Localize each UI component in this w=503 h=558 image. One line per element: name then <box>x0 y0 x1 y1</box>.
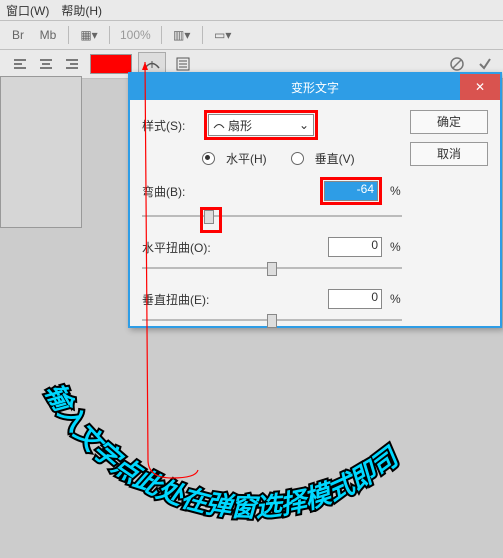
toolbar-top: Br Mb ▦▾ 100% ▥▾ ▭▾ <box>0 21 503 50</box>
highlight-bend: -64 <box>320 177 382 205</box>
percent-label: % <box>390 292 402 306</box>
percent-label: % <box>390 240 402 254</box>
vertical-label: 垂直(V) <box>315 150 355 167</box>
percent-label: % <box>390 184 402 198</box>
align-right-button[interactable] <box>60 53 84 75</box>
ok-button[interactable]: 确定 <box>410 110 488 134</box>
hdist-input[interactable]: 0 <box>328 237 382 257</box>
highlight-style: 扇形 ⌄ <box>204 110 318 140</box>
screen-icon[interactable]: ▭▾ <box>213 25 233 45</box>
menu-help[interactable]: 帮助(H) <box>57 0 106 21</box>
bend-label: 弯曲(B): <box>142 183 216 200</box>
canvas-panel <box>0 76 82 228</box>
separator <box>109 26 110 44</box>
warp-text-dialog: 变形文字 ✕ 样式(S): 扇形 ⌄ 水平(H) <box>128 72 502 328</box>
cancel-icon[interactable] <box>447 54 467 74</box>
style-label: 样式(S): <box>142 117 196 134</box>
close-icon[interactable]: ✕ <box>460 74 500 100</box>
bend-input[interactable]: -64 <box>324 181 378 201</box>
separator <box>202 26 203 44</box>
zoom-level[interactable]: 100% <box>120 28 151 42</box>
menubar: 窗口(W) 帮助(H) <box>0 0 503 21</box>
canvas-warped-text: 输入文字点此处在弹窗选择模式即司 输入文字点此处在弹窗选择模式即司 输入文字点此… <box>10 340 490 540</box>
separator <box>161 26 162 44</box>
svg-text:输入文字点此处在弹窗选择模式即司: 输入文字点此处在弹窗选择模式即司 <box>39 378 405 523</box>
radio-vertical[interactable] <box>291 152 304 165</box>
film-icon[interactable]: ▦▾ <box>79 25 99 45</box>
layout-icon[interactable]: ▥▾ <box>172 25 192 45</box>
dialog-title: 变形文字 <box>291 79 339 96</box>
dialog-titlebar[interactable]: 变形文字 ✕ <box>130 74 500 100</box>
hdist-label: 水平扭曲(O): <box>142 239 216 256</box>
horizontal-label: 水平(H) <box>226 150 267 167</box>
style-value: 扇形 <box>228 117 252 134</box>
radio-horizontal[interactable] <box>202 152 215 165</box>
align-group <box>8 53 84 75</box>
panel-button[interactable] <box>172 54 194 74</box>
btn-mb[interactable]: Mb <box>38 25 58 45</box>
chevron-down-icon: ⌄ <box>299 118 309 132</box>
vdist-label: 垂直扭曲(E): <box>142 291 216 308</box>
vdist-slider[interactable] <box>142 313 402 327</box>
style-select[interactable]: 扇形 ⌄ <box>208 114 314 136</box>
color-swatch-red[interactable] <box>90 54 132 74</box>
commit-icon[interactable] <box>475 54 495 74</box>
hdist-slider[interactable] <box>142 261 402 275</box>
align-left-button[interactable] <box>8 53 32 75</box>
menu-window[interactable]: 窗口(W) <box>2 0 53 21</box>
align-center-button[interactable] <box>34 53 58 75</box>
btn-br[interactable]: Br <box>8 25 28 45</box>
separator <box>68 26 69 44</box>
bend-slider[interactable] <box>142 209 402 223</box>
vdist-input[interactable]: 0 <box>328 289 382 309</box>
highlight-slider-handle <box>200 207 222 233</box>
cancel-button[interactable]: 取消 <box>410 142 488 166</box>
